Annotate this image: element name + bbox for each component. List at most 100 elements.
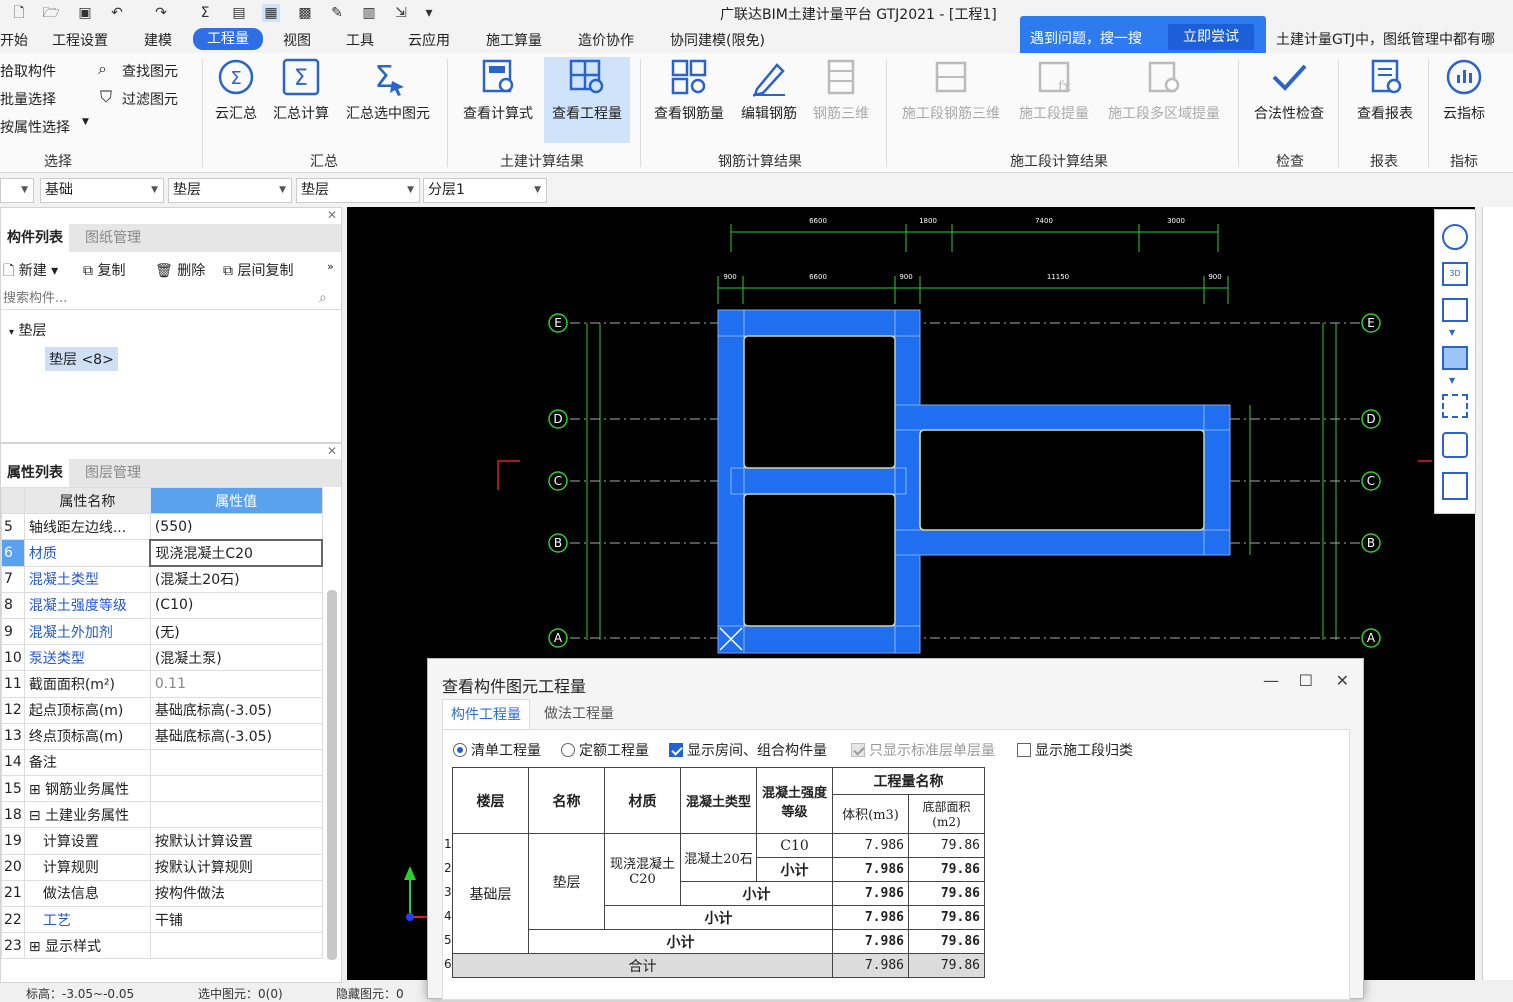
tree-item-cushion[interactable]: 垫层 <8> [45, 347, 118, 371]
cloud-index-button[interactable]: 云指标 [1438, 57, 1490, 123]
property-value[interactable]: 按默认计算规则 [149, 853, 323, 881]
summary-selected-button[interactable]: Σ 汇总选中图元 [342, 57, 434, 123]
tab-component-list[interactable]: 构件列表 [1, 224, 69, 252]
menu-cloud[interactable]: 云应用 [408, 30, 450, 50]
property-value[interactable]: (无) [149, 617, 323, 646]
more-icon[interactable]: » [327, 260, 334, 273]
close-icon[interactable]: ✕ [327, 208, 337, 222]
minimize-icon[interactable]: — [1263, 671, 1279, 690]
property-row[interactable]: 15 ⊞ 钢筋业务属性 [1, 775, 323, 803]
export-icon[interactable]: ⇲ [392, 4, 410, 22]
property-value[interactable]: (混凝土20石) [149, 565, 323, 593]
checkbox-standard-floor[interactable]: 只显示标准层单层量 [851, 740, 995, 760]
new-button[interactable]: 🗋 新建 ▾ [3, 260, 58, 284]
view-report-button[interactable]: 查看报表 [1350, 57, 1420, 123]
chevron-down-icon[interactable]: ▼ [1449, 328, 1455, 337]
property-row[interactable]: 13 终点顶标高(m) 基础底标高(-3.05) [1, 722, 323, 750]
view-formula-icon[interactable]: ▤ [230, 4, 248, 22]
property-value[interactable]: (C10) [149, 591, 323, 619]
property-value[interactable]: 基础底标高(-3.05) [149, 696, 323, 724]
solid-cube-icon[interactable] [1442, 346, 1468, 370]
close-icon[interactable]: ✕ [1336, 671, 1349, 690]
radio-bill-quantity[interactable]: 清单工程量 [453, 740, 541, 760]
delete-button[interactable]: 🗑 删除 [155, 260, 205, 280]
filter-element-button[interactable]: 过滤图元 [122, 89, 178, 109]
property-row[interactable]: 18 ⊟ 土建业务属性 [1, 801, 323, 829]
stage-multi-area-button[interactable]: 施工段多区域提量 [1102, 57, 1226, 123]
property-row[interactable]: 10 泵送类型 (混凝土泵) [1, 644, 323, 672]
menu-quantity[interactable]: 工程量 [193, 28, 263, 50]
pick-component-button[interactable]: 拾取构件 [0, 61, 56, 81]
menu-cost-collab[interactable]: 造价协作 [578, 30, 634, 50]
cube-icon[interactable] [1442, 298, 1468, 322]
radio-quota-quantity[interactable]: 定额工程量 [561, 740, 649, 760]
property-row[interactable]: 14 备注 [1, 748, 323, 777]
property-value[interactable]: 0.11 [149, 670, 323, 698]
search-icon[interactable]: ⌕ [319, 290, 327, 306]
sum-icon[interactable]: Σ [196, 4, 214, 22]
display-settings-icon[interactable] [1442, 432, 1468, 458]
view-qty-icon[interactable]: ▦ [262, 4, 280, 22]
floor-dropdown-placeholder[interactable]: ▼ [0, 178, 34, 203]
open-folder-icon[interactable]: 🗁 [42, 4, 60, 22]
cloud-summary-button[interactable]: Σ 云汇总 [212, 57, 260, 123]
orbit-icon[interactable] [1442, 224, 1468, 250]
menu-view[interactable]: 视图 [283, 30, 311, 50]
legality-check-button[interactable]: 合法性检查 [1248, 57, 1330, 123]
property-value[interactable]: 基础底标高(-3.05) [149, 722, 323, 750]
component-dropdown[interactable]: 垫层 ▼ [296, 178, 420, 203]
tab-layer-management[interactable]: 图层管理 [79, 459, 147, 487]
try-now-button[interactable]: 立即尝试 [1168, 24, 1254, 50]
menu-start[interactable]: 开始 [0, 30, 28, 50]
property-view-icon[interactable] [1442, 472, 1468, 500]
search-component-input[interactable] [1, 288, 341, 310]
view-formula-button[interactable]: 查看计算式 [458, 57, 538, 123]
checkbox-show-room[interactable]: 显示房间、组合构件量 [669, 740, 827, 760]
property-value[interactable]: 按构件做法 [149, 879, 323, 908]
property-row[interactable]: 11 截面面积(m²) 0.11 [1, 670, 323, 698]
stage-rebar3d-button[interactable]: 施工段钢筋三维 [896, 57, 1006, 123]
copy-button[interactable]: ⧉ 复制 [83, 260, 125, 280]
property-value[interactable]: 干铺 [149, 905, 323, 934]
property-row[interactable]: 6 材质 现浇混凝土C20 [1, 538, 323, 568]
property-row[interactable]: 21 做法信息 按构件做法 [1, 879, 323, 908]
component-type-dropdown[interactable]: 垫层 ▼ [168, 178, 292, 203]
menu-modeling[interactable]: 建模 [144, 30, 172, 50]
tree-root[interactable]: ▾ 垫层 [9, 320, 46, 340]
stage-extract-button[interactable]: fx 施工段提量 [1014, 57, 1094, 123]
find-element-button[interactable]: 查找图元 [122, 61, 178, 81]
chevron-down-icon[interactable]: ▼ [1449, 376, 1455, 385]
select-by-property-button[interactable]: 按属性选择 [0, 117, 70, 137]
3d-view-icon[interactable]: 3D [1442, 262, 1468, 286]
collapse-icon[interactable]: ▾ [9, 327, 14, 338]
cushion-elements[interactable] [717, 309, 1231, 654]
undo-icon[interactable]: ↶ [108, 4, 126, 22]
floor-copy-button[interactable]: ⧉ 层间复制 [223, 260, 293, 280]
property-row[interactable]: 23 ⊞ 显示样式 [1, 932, 323, 960]
customize-icon[interactable]: ▾ [420, 4, 438, 22]
menu-project-settings[interactable]: 工程设置 [52, 30, 108, 50]
fit-view-icon[interactable] [1442, 394, 1468, 418]
summary-calc-button[interactable]: Σ 汇总计算 [270, 57, 332, 123]
tab-method-quantity[interactable]: 做法工程量 [536, 699, 622, 729]
edit-rebar-icon[interactable]: ✎ [328, 4, 346, 22]
menu-tools[interactable]: 工具 [346, 30, 374, 50]
right-collapsed-panel[interactable] [1482, 207, 1513, 980]
property-row[interactable]: 9 混凝土外加剂 (无) [1, 617, 323, 646]
tab-property-list[interactable]: 属性列表 [1, 459, 69, 487]
property-row[interactable]: 19 计算设置 按默认计算设置 [1, 827, 323, 855]
property-value[interactable] [149, 775, 323, 803]
maximize-icon[interactable]: ☐ [1299, 671, 1313, 690]
property-value[interactable] [149, 748, 323, 777]
scrollbar-thumb[interactable] [327, 590, 337, 960]
property-value[interactable]: (混凝土泵) [149, 644, 323, 672]
close-icon[interactable]: ✕ [327, 444, 337, 458]
tip-banner[interactable]: 土建计量GTJ中，图纸管理中都有哪 [1276, 29, 1495, 49]
redo-icon[interactable]: ↷ [152, 4, 170, 22]
property-value[interactable] [149, 801, 323, 829]
tab-component-quantity[interactable]: 构件工程量 [442, 699, 530, 729]
type-dropdown[interactable]: 基础 ▼ [40, 178, 164, 203]
rebar-3d-button[interactable]: 钢筋三维 [808, 57, 874, 123]
property-row[interactable]: 12 起点顶标高(m) 基础底标高(-3.05) [1, 696, 323, 724]
property-row[interactable]: 5 轴线距左边线... (550) [1, 513, 323, 541]
